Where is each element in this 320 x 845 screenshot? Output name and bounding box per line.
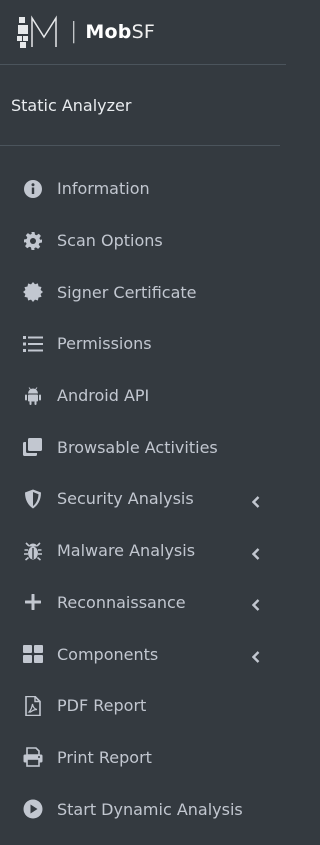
nav-label: Android API <box>57 386 150 406</box>
android-icon <box>22 385 44 407</box>
section-divider <box>0 145 280 146</box>
nav-label: Permissions <box>57 334 152 354</box>
chevron-left-icon[interactable] <box>251 648 260 663</box>
sidebar-nav: Information Scan Options Signer Certific… <box>0 163 286 835</box>
plus-icon <box>22 591 44 613</box>
nav-label: Information <box>57 179 150 199</box>
nav-label: Reconnaissance <box>57 592 186 612</box>
clone-icon <box>22 436 44 458</box>
section-title: Static Analyzer <box>11 95 132 115</box>
gear-icon <box>22 230 44 252</box>
nav-label: PDF Report <box>57 696 147 716</box>
nav-label: Components <box>57 644 159 664</box>
print-icon <box>22 746 44 768</box>
nav-item-browsable-activities[interactable]: Browsable Activities <box>0 421 286 473</box>
nav-item-information[interactable]: Information <box>0 163 286 215</box>
mobsf-logo-icon <box>17 15 57 48</box>
chevron-left-icon[interactable] <box>251 493 260 508</box>
info-circle-icon <box>22 178 44 200</box>
nav-item-components[interactable]: Components <box>0 628 286 680</box>
nav-item-malware-analysis[interactable]: Malware Analysis <box>0 525 286 577</box>
nav-item-permissions[interactable]: Permissions <box>0 318 286 370</box>
brand-separator: | <box>70 19 78 44</box>
nav-label: Scan Options <box>57 231 163 251</box>
shield-icon <box>22 488 44 510</box>
nav-label: Print Report <box>57 747 152 767</box>
th-large-icon <box>22 643 44 665</box>
nav-label: Start Dynamic Analysis <box>57 799 243 819</box>
nav-item-signer-certificate[interactable]: Signer Certificate <box>0 266 286 318</box>
nav-item-android-api[interactable]: Android API <box>0 370 286 422</box>
nav-label: Browsable Activities <box>57 437 218 457</box>
play-circle-icon <box>22 798 44 820</box>
nav-label: Malware Analysis <box>57 541 196 561</box>
nav-item-reconnaissance[interactable]: Reconnaissance <box>0 577 286 629</box>
brand-name: MobSF <box>85 21 155 43</box>
brand-name-light: SF <box>131 21 155 43</box>
list-icon <box>22 333 44 355</box>
chevron-left-icon[interactable] <box>251 596 260 612</box>
bug-icon <box>22 540 44 562</box>
certificate-icon <box>22 281 44 303</box>
nav-label: Signer Certificate <box>57 282 197 302</box>
nav-item-scan-options[interactable]: Scan Options <box>0 215 286 267</box>
chevron-left-icon[interactable] <box>251 545 260 560</box>
nav-item-security-analysis[interactable]: Security Analysis <box>0 473 286 525</box>
nav-item-start-dynamic-analysis[interactable]: Start Dynamic Analysis <box>0 783 286 835</box>
nav-item-pdf-report[interactable]: PDF Report <box>0 680 286 732</box>
brand-header[interactable]: | MobSF <box>0 0 286 65</box>
brand-name-bold: Mob <box>85 21 132 43</box>
nav-label: Security Analysis <box>57 489 194 509</box>
file-pdf-icon <box>22 695 44 717</box>
nav-item-print-report[interactable]: Print Report <box>0 732 286 784</box>
